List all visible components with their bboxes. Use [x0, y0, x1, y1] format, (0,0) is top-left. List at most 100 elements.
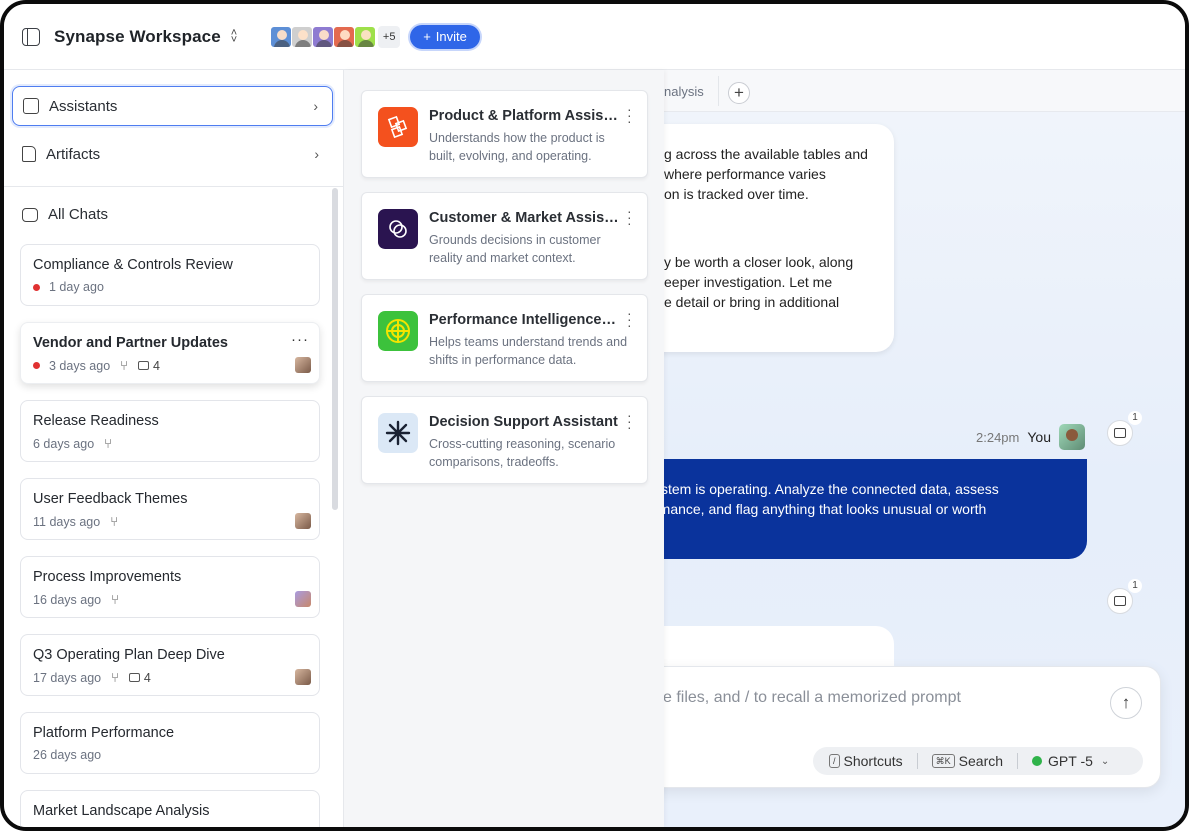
model-status-icon [1032, 756, 1043, 766]
sidebar-toggle-icon[interactable] [22, 27, 40, 46]
assistant-name: Customer & Market Assist… [429, 210, 619, 226]
chat-title: Vendor and Partner Updates [33, 335, 228, 351]
composer-placeholder[interactable]: e files, and / to recall a memorized pro… [663, 689, 961, 707]
asterisk-icon [378, 413, 418, 453]
document-icon [22, 146, 36, 162]
chat-title: Compliance & Controls Review [33, 257, 233, 273]
chat-list-item[interactable]: Q3 Operating Plan Deep Dive 17 days ago … [20, 634, 320, 696]
tab-divider [718, 76, 719, 106]
comment-icon [128, 673, 140, 682]
sidebar-item-assistants[interactable]: Assistants › [12, 86, 333, 126]
all-chats-heading[interactable]: All Chats [22, 206, 108, 223]
avatar [333, 25, 356, 48]
divider [4, 186, 343, 187]
assistants-panel: Product & Platform Assist… Understands h… [344, 70, 664, 827]
chat-list-item[interactable]: Compliance & Controls Review 1 day ago [20, 244, 320, 306]
chat-title: Market Landscape Analysis [33, 803, 210, 819]
avatar [295, 591, 311, 607]
send-button[interactable]: ↑ [1110, 687, 1142, 719]
branch-icon: ⑂ [104, 436, 112, 451]
avatar [295, 669, 311, 685]
add-tab-button[interactable]: + [728, 82, 750, 104]
invite-label: Invite [435, 29, 467, 44]
comment-count: 4 [152, 358, 160, 373]
chat-list-item[interactable]: Process Improvements 16 days ago ⑂ [20, 556, 320, 618]
comment-count-badge: 1 [1128, 579, 1142, 593]
sidebar-item-label: Assistants [49, 97, 118, 115]
branch-icon: ⑂ [111, 670, 119, 685]
more-options-icon[interactable]: ··· [627, 204, 632, 230]
comment-icon [1114, 428, 1126, 438]
comment-count-badge: 1 [1128, 411, 1142, 425]
all-chats-label: All Chats [48, 206, 109, 223]
avatar [295, 357, 311, 373]
invite-button[interactable]: + Invite [410, 24, 480, 49]
branch-icon: ⑂ [120, 358, 128, 373]
avatar [312, 25, 335, 48]
assistant-name: Performance Intelligence… [429, 312, 616, 328]
app-window: nalysis + g across the available tables … [0, 0, 1189, 831]
tab-analysis[interactable]: nalysis [664, 84, 704, 99]
more-members-count[interactable]: +5 [378, 25, 401, 48]
plus-icon: + [423, 29, 431, 44]
chats-icon [22, 207, 38, 222]
branch-icon: ⑂ [110, 514, 118, 529]
comment-button[interactable]: 1 [1107, 579, 1142, 614]
branch-icon: ⑂ [111, 592, 119, 607]
assistant-card[interactable]: Customer & Market Assist… Grounds decisi… [361, 192, 648, 280]
comment-button[interactable]: 1 [1107, 411, 1142, 446]
chat-list-item[interactable]: Vendor and Partner Updates 3 days ago ⑂ … [20, 322, 320, 384]
composer-toolbar: / Shortcuts ⌘K Search GPT -5 ⌄ [813, 747, 1143, 775]
sidebar-item-label: Artifacts [46, 145, 101, 163]
search-button[interactable]: Search [959, 753, 1003, 769]
arrow-up-icon: ↑ [1121, 693, 1131, 712]
user-message-meta: 2:24pm You [976, 424, 1085, 450]
chat-time: 26 days ago [33, 748, 102, 762]
assistant-description: Understands how the product is built, evo… [429, 131, 605, 163]
chat-list-item[interactable]: Market Landscape Analysis [20, 790, 320, 827]
chat-title: Release Readiness [33, 413, 159, 429]
message-line: where performance varies [664, 166, 826, 182]
assistant-face-icon [23, 98, 39, 114]
sidebar: Assistants › Artifacts › All Chats Compl… [4, 70, 344, 827]
more-options-icon[interactable]: ··· [627, 102, 632, 128]
chat-time: 11 days ago [33, 514, 101, 529]
radar-icon [378, 311, 418, 351]
assistant-card[interactable]: Decision Support Assistant Cross-cutting… [361, 396, 648, 484]
chat-list-item[interactable]: User Feedback Themes 11 days ago ⑂ [20, 478, 320, 540]
cubes-icon [378, 107, 418, 147]
chevron-right-icon: › [313, 98, 318, 114]
message-line: y be worth a closer look, along [664, 254, 854, 270]
chat-time: 6 days ago [33, 436, 95, 451]
assistant-description: Grounds decisions in customer reality and… [429, 233, 601, 265]
assistant-description: Helps teams understand trends and shifts … [429, 335, 628, 367]
chevron-right-icon: › [314, 146, 319, 162]
slash-key-icon: / [829, 754, 840, 768]
shortcuts-button[interactable]: Shortcuts [844, 753, 903, 769]
comment-count: 4 [143, 670, 151, 685]
workspace-title[interactable]: Synapse Workspace [54, 27, 221, 47]
chat-list-item[interactable]: Release Readiness 6 days ago ⑂ [20, 400, 320, 462]
message-author: You [1027, 429, 1051, 445]
avatar [291, 25, 314, 48]
member-avatars[interactable]: +5 [270, 25, 401, 48]
scrollbar[interactable] [332, 188, 338, 510]
chevron-down-icon: ⌄ [1100, 755, 1110, 767]
chat-time: 3 days ago [49, 358, 111, 373]
chat-title: Platform Performance [33, 725, 175, 741]
model-selector[interactable]: GPT -5 [1048, 753, 1093, 769]
cmd-k-icon: ⌘K [931, 754, 955, 768]
message-time: 2:24pm [976, 429, 1020, 445]
comment-icon [137, 361, 149, 370]
chat-list-item[interactable]: Platform Performance 26 days ago [20, 712, 320, 774]
chevron-updown-icon[interactable]: ˄ ˅ [231, 27, 237, 45]
assistant-card[interactable]: Product & Platform Assist… Understands h… [361, 90, 648, 178]
more-options-icon[interactable]: ··· [627, 306, 632, 332]
assistant-card[interactable]: Performance Intelligence… Helps teams un… [361, 294, 648, 382]
avatar [295, 513, 311, 529]
more-options-icon[interactable]: ··· [627, 408, 632, 434]
sidebar-item-artifacts[interactable]: Artifacts › [12, 134, 333, 174]
assistant-description: Cross-cutting reasoning, scenario compari… [429, 437, 616, 469]
unread-dot [33, 362, 40, 369]
more-options-icon[interactable]: ··· [291, 331, 309, 348]
